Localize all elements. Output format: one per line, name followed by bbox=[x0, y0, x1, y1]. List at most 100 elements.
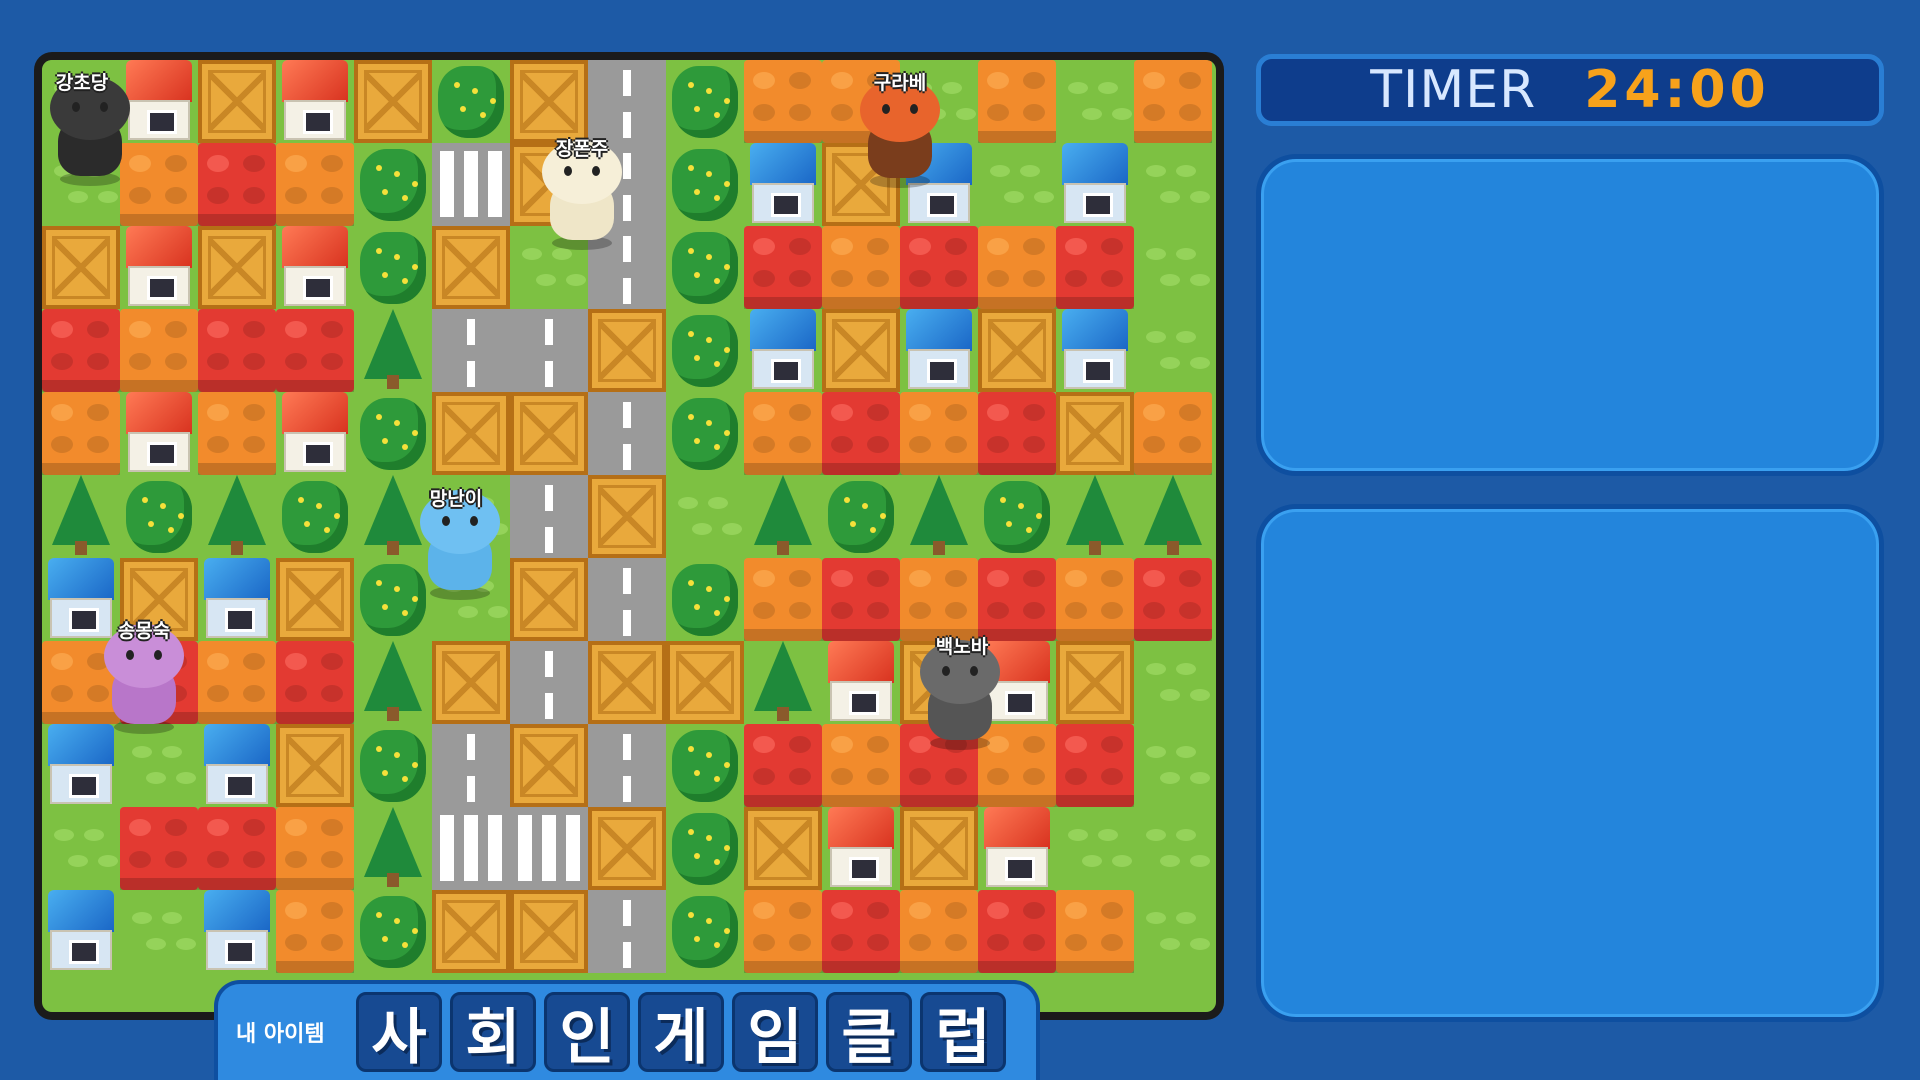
grass-tile bbox=[1134, 143, 1212, 226]
wooden-crate bbox=[432, 641, 510, 724]
character-eye bbox=[942, 666, 950, 676]
grass-tile bbox=[978, 143, 1056, 226]
item-slot[interactable]: 인 bbox=[544, 992, 630, 1073]
wooden-crate bbox=[1056, 392, 1134, 475]
item-slot[interactable]: 게 bbox=[638, 992, 724, 1073]
red-block bbox=[1134, 558, 1212, 641]
grass-tile bbox=[1134, 226, 1212, 309]
red-house bbox=[822, 807, 900, 890]
pine-tree bbox=[900, 475, 978, 558]
red-block bbox=[744, 724, 822, 807]
wooden-crate bbox=[198, 226, 276, 309]
wooden-crate bbox=[822, 309, 900, 392]
wooden-crate bbox=[978, 309, 1056, 392]
character-eye bbox=[910, 104, 918, 114]
item-slot[interactable]: 럽 bbox=[920, 992, 1006, 1073]
pine-tree bbox=[744, 475, 822, 558]
red-block bbox=[978, 558, 1056, 641]
bush bbox=[432, 60, 510, 143]
red-block bbox=[744, 226, 822, 309]
blue-house bbox=[198, 890, 276, 973]
timer-value: 24:00 bbox=[1584, 60, 1770, 120]
red-block bbox=[822, 558, 900, 641]
road-tile bbox=[510, 309, 588, 392]
red-block bbox=[42, 309, 120, 392]
wooden-crate bbox=[1056, 641, 1134, 724]
window-icon bbox=[771, 193, 801, 217]
timer-panel: TIMER 24:00 bbox=[1256, 54, 1884, 126]
red-block bbox=[822, 392, 900, 475]
bush bbox=[822, 475, 900, 558]
map-grid: 강초당 장폰주 구라베 망난이 송몽숙 백노바 bbox=[42, 60, 1216, 1012]
red-house bbox=[276, 392, 354, 475]
red-block bbox=[978, 890, 1056, 973]
road-tile bbox=[588, 60, 666, 143]
pine-tree bbox=[1134, 475, 1212, 558]
road-tile bbox=[510, 475, 588, 558]
pine-tree bbox=[354, 807, 432, 890]
window-icon bbox=[303, 110, 333, 134]
wooden-crate bbox=[42, 226, 120, 309]
crosswalk-tile bbox=[432, 143, 510, 226]
wooden-crate bbox=[432, 890, 510, 973]
character-eye bbox=[592, 166, 600, 176]
blue-house bbox=[198, 558, 276, 641]
orange-block bbox=[744, 558, 822, 641]
wooden-crate bbox=[510, 558, 588, 641]
orange-block bbox=[198, 641, 276, 724]
orange-block bbox=[276, 890, 354, 973]
bush bbox=[276, 475, 354, 558]
window-icon bbox=[1083, 193, 1113, 217]
pine-tree bbox=[1056, 475, 1134, 558]
red-block bbox=[198, 309, 276, 392]
grass-tile bbox=[1056, 807, 1134, 890]
window-icon bbox=[927, 193, 957, 217]
orange-block bbox=[1134, 60, 1212, 143]
window-icon bbox=[147, 442, 177, 466]
bush bbox=[666, 60, 744, 143]
grass-tile bbox=[1056, 60, 1134, 143]
orange-block bbox=[978, 60, 1056, 143]
grass-tile bbox=[1134, 807, 1212, 890]
grass-tile bbox=[1134, 641, 1212, 724]
item-slot[interactable]: 사 bbox=[356, 992, 442, 1073]
bush bbox=[666, 890, 744, 973]
blue-house bbox=[42, 724, 120, 807]
red-block bbox=[198, 143, 276, 226]
chat-panel bbox=[1256, 504, 1884, 1022]
window-icon bbox=[147, 276, 177, 300]
item-slot[interactable]: 클 bbox=[826, 992, 912, 1073]
character-eye bbox=[154, 650, 162, 660]
game-board: 강초당 장폰주 구라베 망난이 송몽숙 백노바 bbox=[34, 52, 1224, 1020]
window-icon bbox=[927, 359, 957, 383]
red-block bbox=[276, 309, 354, 392]
orange-block bbox=[1056, 890, 1134, 973]
character-eye bbox=[564, 166, 572, 176]
item-slot[interactable]: 회 bbox=[450, 992, 536, 1073]
wooden-crate bbox=[432, 226, 510, 309]
bush bbox=[666, 558, 744, 641]
wooden-crate bbox=[588, 807, 666, 890]
road-tile bbox=[588, 890, 666, 973]
red-block bbox=[276, 641, 354, 724]
red-house bbox=[120, 392, 198, 475]
item-slot[interactable]: 임 bbox=[732, 992, 818, 1073]
red-house bbox=[276, 60, 354, 143]
wooden-crate bbox=[900, 807, 978, 890]
orange-block bbox=[900, 558, 978, 641]
character-eye bbox=[72, 102, 80, 112]
window-icon bbox=[225, 940, 255, 964]
orange-block bbox=[42, 392, 120, 475]
blue-house bbox=[1056, 309, 1134, 392]
bush bbox=[666, 143, 744, 226]
bush bbox=[354, 890, 432, 973]
blue-house bbox=[1056, 143, 1134, 226]
player-name: 망난이 bbox=[429, 488, 483, 510]
orange-block bbox=[900, 392, 978, 475]
character-eye bbox=[442, 516, 450, 526]
orange-block bbox=[120, 309, 198, 392]
orange-block bbox=[1134, 392, 1212, 475]
window-icon bbox=[225, 774, 255, 798]
pine-tree bbox=[42, 475, 120, 558]
window-icon bbox=[225, 608, 255, 632]
